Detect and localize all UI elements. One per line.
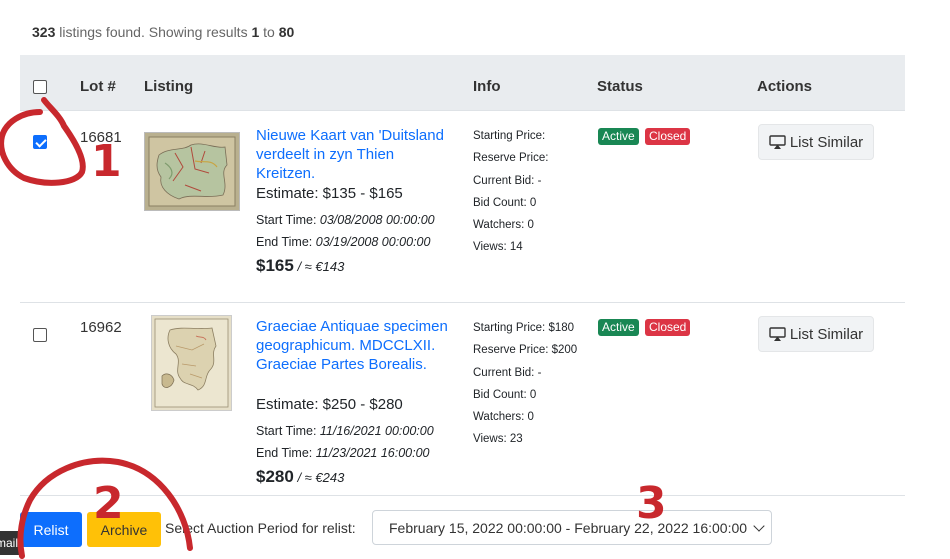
listing-title-link[interactable]: Nieuwe Kaart van 'Duitsland verdeelt in … (256, 126, 456, 183)
auction-period-select[interactable]: February 15, 2022 00:00:00 - February 22… (372, 510, 772, 545)
email-tooltip: mail (0, 531, 22, 555)
start-time: Start Time: 03/08/2008 00:00:00 (256, 213, 435, 227)
lot-number: 16962 (80, 319, 122, 336)
period-label: Select Auction Period for relist: (165, 520, 356, 536)
estimate: Estimate: $250 - $280 (256, 396, 403, 413)
col-listing: Listing (144, 78, 194, 95)
status-badge-closed: Closed (645, 319, 691, 336)
listing-title-link[interactable]: Graeciae Antiquae specimen geographicum.… (256, 317, 456, 374)
status-badge-active: Active (598, 319, 639, 336)
listing-info: Starting Price: $180 Reserve Price: $200… (473, 322, 578, 446)
list-similar-button[interactable]: List Similar (758, 124, 874, 160)
select-all-checkbox[interactable] (33, 80, 47, 94)
col-status: Status (597, 78, 643, 95)
listing-thumbnail[interactable] (151, 315, 232, 411)
table-row: 16681 Nieuwe Kaart van 'Duitsland verdee… (20, 111, 905, 303)
airplay-icon (769, 327, 786, 341)
col-info: Info (473, 78, 501, 95)
end-time: End Time: 11/23/2021 16:00:00 (256, 446, 430, 460)
current-price: $280 / ≈ €243 (256, 467, 345, 486)
relist-button[interactable]: Relist (20, 512, 82, 547)
col-actions: Actions (757, 78, 813, 95)
results-count: 323 (32, 24, 56, 40)
status-badge-active: Active (598, 128, 639, 145)
table-row: 16962 Graeciae Antiquae specimen geograp… (20, 303, 905, 496)
list-similar-button[interactable]: List Similar (758, 316, 874, 352)
listing-info: Starting Price: Reserve Price: Current B… (473, 130, 549, 254)
start-time: Start Time: 11/16/2021 00:00:00 (256, 424, 434, 438)
annotation-number-3: 3 (636, 478, 667, 529)
chevron-down-icon (753, 520, 765, 532)
airplay-icon (769, 135, 786, 149)
status-badge-closed: Closed (645, 128, 691, 145)
annotation-number-2: 2 (93, 478, 124, 529)
results-summary: 323 listings found. Showing results 1 to… (32, 24, 295, 40)
listings-table: Lot # Listing Info Status Actions 16681 … (20, 55, 905, 496)
row-checkbox[interactable] (33, 328, 47, 342)
col-lot: Lot # (80, 78, 116, 95)
annotation-number-1: 1 (91, 136, 122, 187)
bulk-actions-bar: Relist Archive Select Auction Period for… (20, 510, 900, 550)
table-header: Lot # Listing Info Status Actions (20, 55, 905, 111)
estimate: Estimate: $135 - $165 (256, 185, 403, 202)
listing-thumbnail[interactable] (144, 132, 240, 211)
row-checkbox[interactable] (33, 135, 47, 149)
end-time: End Time: 03/19/2008 00:00:00 (256, 235, 431, 249)
current-price: $165 / ≈ €143 (256, 256, 345, 275)
